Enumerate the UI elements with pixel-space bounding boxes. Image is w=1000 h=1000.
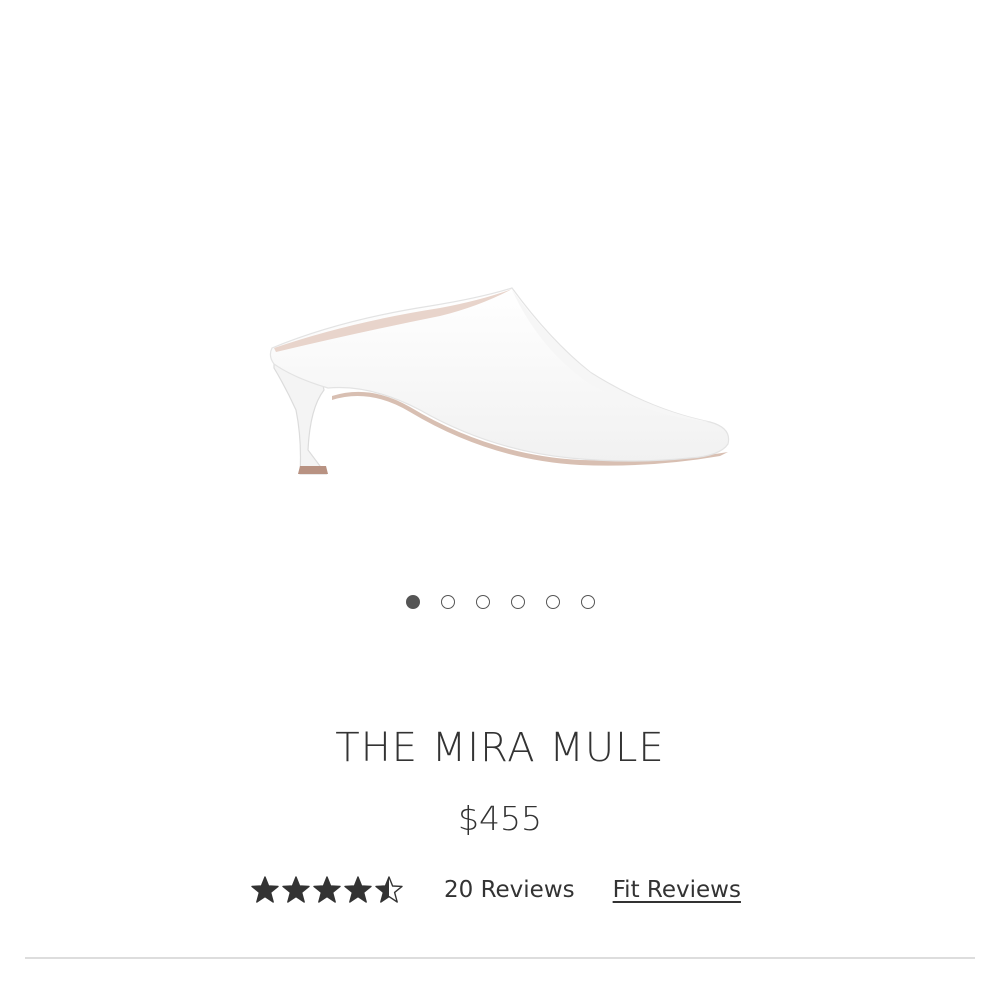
- carousel-dot-2[interactable]: [440, 595, 455, 609]
- carousel-dot-6[interactable]: [580, 595, 595, 609]
- product-price: $455: [458, 799, 542, 838]
- star-full-icon: [313, 876, 341, 903]
- star-full-icon: [344, 876, 372, 903]
- star-full-icon: [282, 876, 310, 903]
- star-half-icon: [375, 876, 403, 903]
- carousel-dot-3[interactable]: [475, 595, 490, 609]
- rating-row: 20 Reviews Fit Reviews: [250, 870, 741, 910]
- product-image[interactable]: [250, 260, 750, 500]
- carousel-dots: [0, 595, 1000, 609]
- product-title: THE MIRA MULE: [335, 725, 665, 771]
- carousel-dot-5[interactable]: [545, 595, 560, 609]
- fit-reviews-link[interactable]: Fit Reviews: [613, 877, 741, 903]
- shoe-illustration: [269, 287, 730, 475]
- reviews-count-link[interactable]: 20 Reviews: [444, 877, 575, 903]
- star-rating[interactable]: [250, 875, 404, 905]
- section-divider: [25, 957, 975, 959]
- carousel-dot-1[interactable]: [405, 595, 420, 609]
- star-full-icon: [251, 876, 279, 903]
- carousel-dot-4[interactable]: [510, 595, 525, 609]
